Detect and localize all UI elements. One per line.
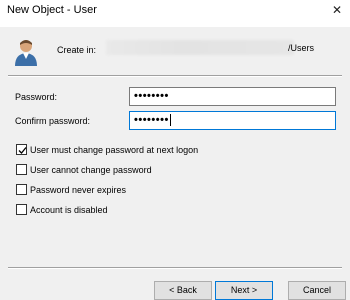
- checkbox-password-never-expires[interactable]: Password never expires: [16, 183, 126, 196]
- back-button[interactable]: < Back: [154, 281, 212, 300]
- create-in-path: /Users: [103, 40, 315, 55]
- title-bar: New Object - User ✕: [0, 0, 350, 27]
- checkbox-label: Password never expires: [30, 184, 127, 195]
- user-icon: [12, 37, 40, 67]
- password-value: ••••••••: [134, 90, 169, 102]
- checkbox-must-change-password[interactable]: User must change password at next logon: [16, 143, 198, 156]
- close-icon[interactable]: ✕: [332, 3, 342, 17]
- create-in-label: Create in:: [57, 45, 97, 55]
- footer-divider: [8, 267, 342, 269]
- checkbox-label: User cannot change password: [30, 164, 152, 175]
- checkbox-label: User must change password at next logon: [30, 144, 199, 155]
- divider: [8, 75, 342, 77]
- password-label: Password:: [15, 92, 58, 102]
- confirm-password-input[interactable]: ••••••••: [129, 111, 336, 130]
- dialog-header: Create in: /Users: [0, 27, 350, 75]
- confirm-password-value: ••••••••: [134, 114, 169, 126]
- checkbox-cannot-change-password[interactable]: User cannot change password: [16, 163, 152, 176]
- checkbox-box[interactable]: [16, 164, 27, 175]
- checkbox-label: Account is disabled: [30, 204, 108, 215]
- checkbox-account-disabled[interactable]: Account is disabled: [16, 203, 108, 216]
- next-button[interactable]: Next >: [215, 281, 273, 300]
- checkbox-box[interactable]: [16, 204, 27, 215]
- cancel-button[interactable]: Cancel: [288, 281, 346, 300]
- dialog-body: Create in: /Users Password: •••••••• Con…: [0, 27, 350, 300]
- checkbox-box[interactable]: [16, 144, 27, 155]
- window-title: New Object - User: [7, 4, 97, 16]
- checkmark-icon: [18, 147, 27, 154]
- confirm-password-label: Confirm password:: [15, 116, 91, 126]
- redacted-path: [106, 40, 294, 55]
- create-in-path-tail: /Users: [288, 43, 315, 53]
- checkbox-box[interactable]: [16, 184, 27, 195]
- password-input[interactable]: ••••••••: [129, 87, 336, 106]
- text-caret: [169, 114, 171, 127]
